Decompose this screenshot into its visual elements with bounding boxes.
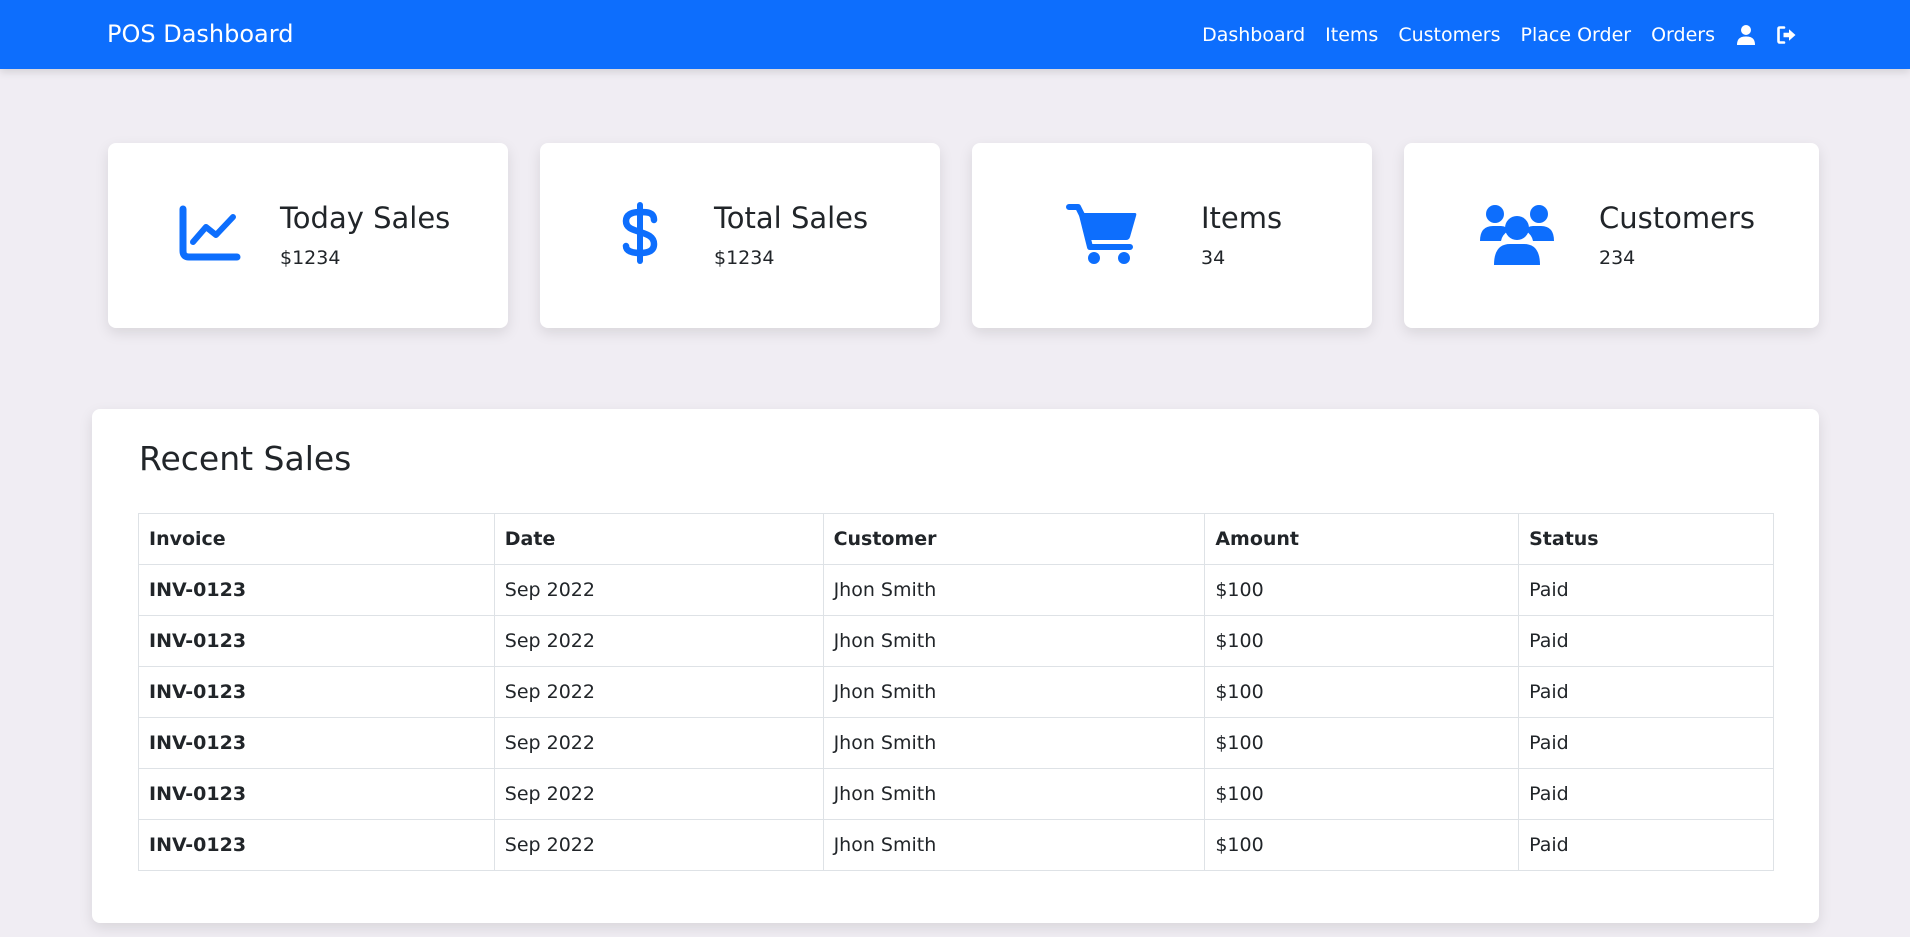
status-cell: Paid (1518, 666, 1774, 718)
customer-cell: Jhon Smith (822, 564, 1206, 616)
dollar-icon (621, 201, 659, 265)
invoice-cell: INV-0123 (138, 666, 495, 718)
customer-cell: Jhon Smith (822, 819, 1206, 871)
stat-card-customers: Customers 234 (1404, 143, 1819, 328)
table-row[interactable]: INV-0123 Sep 2022 Jhon Smith $100 Paid (138, 615, 1774, 667)
cart-icon (1066, 203, 1138, 265)
date-cell: Sep 2022 (493, 717, 824, 769)
stat-value: $1234 (714, 247, 775, 269)
date-cell: Sep 2022 (493, 666, 824, 718)
stat-card-total-sales: Total Sales $1234 (540, 143, 940, 328)
status-cell: Paid (1518, 564, 1774, 616)
recent-sales-card: Recent Sales Invoice Date Customer Amoun… (92, 409, 1819, 923)
date-cell: Sep 2022 (493, 768, 824, 820)
recent-sales-title: Recent Sales (139, 439, 352, 478)
stat-value: $1234 (280, 247, 341, 269)
stat-card-items: Items 34 (972, 143, 1372, 328)
status-cell: Paid (1518, 819, 1774, 871)
invoice-cell: INV-0123 (138, 819, 495, 871)
customer-cell: Jhon Smith (822, 615, 1206, 667)
recent-sales-table: Invoice Date Customer Amount Status INV-… (138, 513, 1774, 871)
stat-title: Customers (1599, 201, 1755, 235)
stat-title: Total Sales (714, 201, 869, 235)
amount-cell: $100 (1204, 768, 1520, 820)
stat-value: 34 (1201, 247, 1226, 269)
customer-cell: Jhon Smith (822, 717, 1206, 769)
column-header-invoice[interactable]: Invoice (138, 513, 495, 565)
table-header-row: Invoice Date Customer Amount Status (138, 513, 1774, 565)
chart-line-icon (178, 204, 242, 262)
table-row[interactable]: INV-0123 Sep 2022 Jhon Smith $100 Paid (138, 768, 1774, 820)
customer-cell: Jhon Smith (822, 666, 1206, 718)
nav-link-place-order[interactable]: Place Order (1521, 24, 1632, 46)
top-navbar: POS Dashboard Dashboard Items Customers … (0, 0, 1910, 69)
invoice-cell: INV-0123 (138, 615, 495, 667)
status-cell: Paid (1518, 615, 1774, 667)
stat-title: Items (1201, 201, 1283, 235)
nav-link-customers[interactable]: Customers (1398, 24, 1500, 46)
table-row[interactable]: INV-0123 Sep 2022 Jhon Smith $100 Paid (138, 717, 1774, 769)
invoice-cell: INV-0123 (138, 564, 495, 616)
logout-icon[interactable] (1777, 24, 1797, 46)
customer-cell: Jhon Smith (822, 768, 1206, 820)
stat-value: 234 (1599, 247, 1636, 269)
user-icon[interactable] (1736, 24, 1756, 46)
date-cell: Sep 2022 (493, 564, 824, 616)
stat-card-today-sales: Today Sales $1234 (108, 143, 508, 328)
amount-cell: $100 (1204, 717, 1520, 769)
column-header-date[interactable]: Date (493, 513, 824, 565)
amount-cell: $100 (1204, 819, 1520, 871)
nav-menu: Dashboard Items Customers Place Order Or… (1202, 0, 1797, 69)
amount-cell: $100 (1204, 564, 1520, 616)
stat-title: Today Sales (280, 201, 451, 235)
amount-cell: $100 (1204, 666, 1520, 718)
invoice-cell: INV-0123 (138, 717, 495, 769)
date-cell: Sep 2022 (493, 615, 824, 667)
users-icon (1479, 203, 1555, 265)
date-cell: Sep 2022 (493, 819, 824, 871)
nav-link-items[interactable]: Items (1325, 24, 1378, 46)
table-row[interactable]: INV-0123 Sep 2022 Jhon Smith $100 Paid (138, 564, 1774, 616)
table-row[interactable]: INV-0123 Sep 2022 Jhon Smith $100 Paid (138, 666, 1774, 718)
status-cell: Paid (1518, 768, 1774, 820)
table-row[interactable]: INV-0123 Sep 2022 Jhon Smith $100 Paid (138, 819, 1774, 871)
column-header-status[interactable]: Status (1518, 513, 1774, 565)
brand-title[interactable]: POS Dashboard (107, 0, 293, 69)
status-cell: Paid (1518, 717, 1774, 769)
nav-link-dashboard[interactable]: Dashboard (1202, 24, 1305, 46)
column-header-amount[interactable]: Amount (1204, 513, 1520, 565)
amount-cell: $100 (1204, 615, 1520, 667)
column-header-customer[interactable]: Customer (822, 513, 1206, 565)
invoice-cell: INV-0123 (138, 768, 495, 820)
nav-link-orders[interactable]: Orders (1651, 24, 1715, 46)
